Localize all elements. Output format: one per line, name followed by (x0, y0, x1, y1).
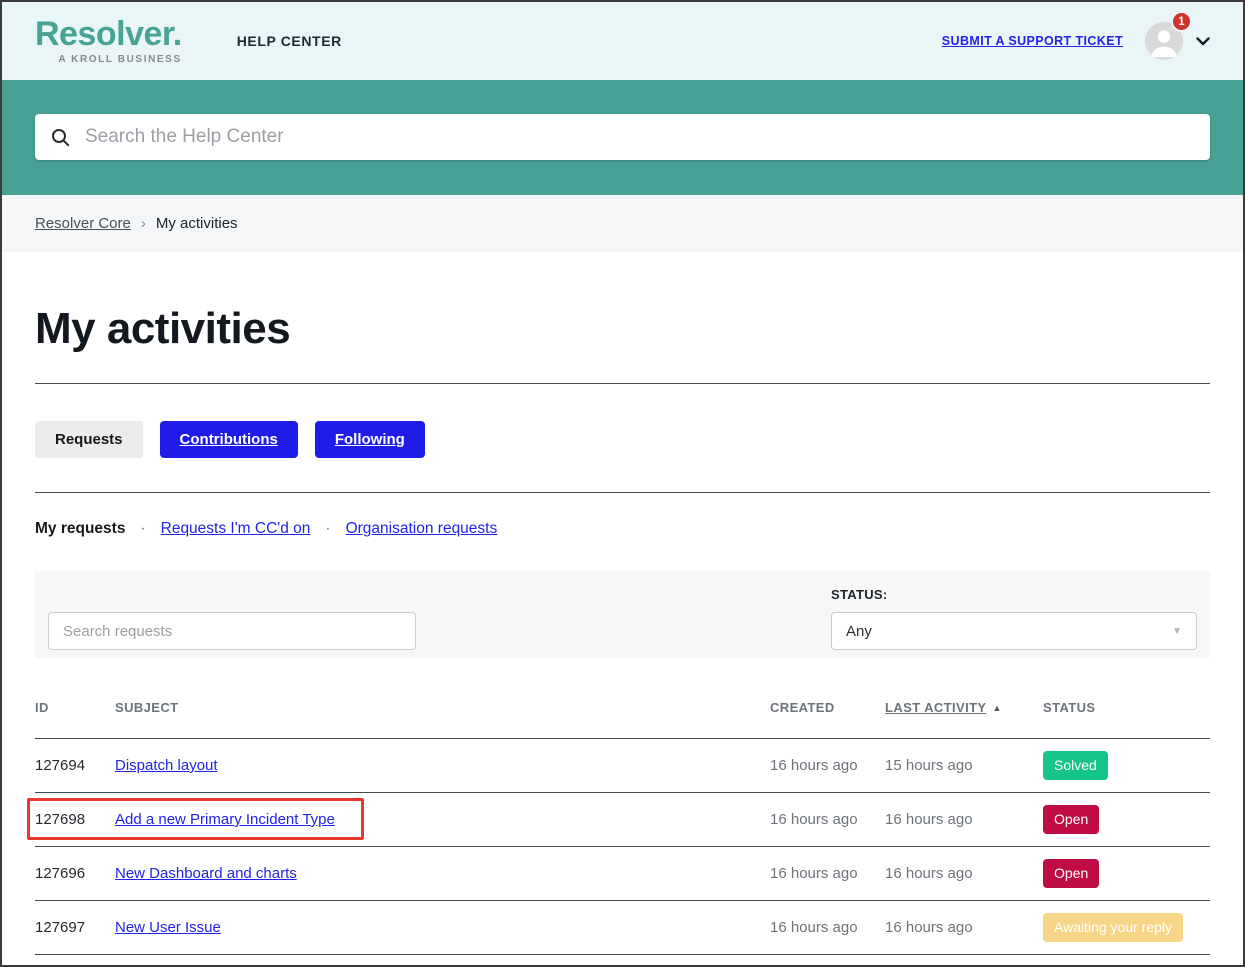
tab-requests[interactable]: Requests (35, 421, 143, 458)
top-bar: Resolver. A KROLL BUSINESS HELP CENTER S… (2, 2, 1243, 80)
breadcrumb-root-link[interactable]: Resolver Core (35, 215, 131, 232)
ticket-id: 127694 (35, 757, 115, 774)
breadcrumb: Resolver Core › My activities (2, 195, 1243, 252)
hero-search-band (2, 80, 1243, 195)
status-filter-group: STATUS: Any ▼ (831, 587, 1197, 650)
tabs-divider (35, 492, 1210, 493)
table-header-row: ID SUBJECT CREATED LAST ACTIVITY ▲ STATU… (35, 700, 1210, 739)
subnav-my-requests[interactable]: My requests (35, 520, 125, 538)
column-header-id: ID (35, 700, 115, 715)
subnav-organisation-requests-link[interactable]: Organisation requests (346, 520, 498, 538)
ticket-last-activity: 16 hours ago (885, 919, 1043, 936)
ticket-created: 16 hours ago (770, 919, 885, 936)
notification-badge[interactable]: 1 (1171, 11, 1192, 32)
table-row: 127696 New Dashboard and charts 16 hours… (35, 847, 1210, 901)
column-header-status: STATUS (1043, 700, 1210, 715)
table-row: 127698 Add a new Primary Incident Type 1… (35, 793, 1210, 847)
help-search-input[interactable] (83, 125, 1194, 149)
ticket-last-activity: 15 hours ago (885, 757, 1043, 774)
ticket-id: 127698 (35, 811, 115, 828)
logo-brand-text: Resolver. (35, 17, 182, 51)
ticket-subject-link[interactable]: Dispatch layout (115, 757, 218, 774)
requests-subnav: My requests · Requests I'm CC'd on · Org… (35, 520, 1210, 538)
status-badge: Open (1043, 859, 1099, 887)
tab-following[interactable]: Following (315, 421, 425, 458)
ticket-subject-link[interactable]: New User Issue (115, 919, 221, 936)
subnav-separator: · (325, 520, 330, 538)
status-filter-value: Any (846, 623, 872, 640)
sort-ascending-icon: ▲ (993, 703, 1002, 713)
help-search-box[interactable] (35, 114, 1210, 160)
status-filter-select[interactable]: Any ▼ (831, 612, 1197, 650)
ticket-created: 16 hours ago (770, 865, 885, 882)
search-icon (51, 128, 70, 147)
page-title: My activities (35, 304, 1210, 354)
dropdown-caret-icon: ▼ (1172, 626, 1182, 637)
ticket-created: 16 hours ago (770, 757, 885, 774)
chevron-down-icon[interactable] (1196, 37, 1210, 46)
column-header-subject: SUBJECT (115, 700, 770, 715)
submit-support-ticket-link[interactable]: SUBMIT A SUPPORT TICKET (942, 34, 1123, 48)
help-center-page: Resolver. A KROLL BUSINESS HELP CENTER S… (0, 0, 1245, 967)
resolver-logo[interactable]: Resolver. A KROLL BUSINESS (35, 17, 182, 65)
title-divider (35, 383, 1210, 384)
subnav-ccd-on-link[interactable]: Requests I'm CC'd on (161, 520, 311, 538)
status-filter-label: STATUS: (831, 587, 1197, 602)
ticket-id: 127697 (35, 919, 115, 936)
tab-contributions[interactable]: Contributions (160, 421, 298, 458)
status-badge: Awaiting your reply (1043, 913, 1183, 941)
column-header-last-activity[interactable]: LAST ACTIVITY ▲ (885, 700, 1043, 715)
breadcrumb-current: My activities (156, 215, 238, 232)
help-center-label: HELP CENTER (237, 33, 342, 49)
table-row: 127694 Dispatch layout 16 hours ago 15 h… (35, 739, 1210, 793)
ticket-subject-link[interactable]: Add a new Primary Incident Type (115, 811, 335, 828)
ticket-last-activity: 16 hours ago (885, 865, 1043, 882)
subnav-separator: · (140, 520, 145, 538)
breadcrumb-separator: › (141, 215, 146, 232)
status-badge: Solved (1043, 751, 1108, 779)
logo-subtitle-text: A KROLL BUSINESS (58, 54, 181, 65)
ticket-subject-link[interactable]: New Dashboard and charts (115, 865, 297, 882)
column-header-created: CREATED (770, 700, 885, 715)
search-requests-input[interactable] (48, 612, 416, 650)
activity-tabs: Requests Contributions Following (35, 421, 1210, 458)
filter-panel: STATUS: Any ▼ (35, 571, 1210, 658)
ticket-id: 127696 (35, 865, 115, 882)
ticket-last-activity: 16 hours ago (885, 811, 1043, 828)
table-row: 127697 New User Issue 16 hours ago 16 ho… (35, 901, 1210, 955)
user-menu[interactable]: 1 (1145, 22, 1210, 60)
status-badge: Open (1043, 805, 1099, 833)
ticket-created: 16 hours ago (770, 811, 885, 828)
main-content: My activities Requests Contributions Fol… (2, 304, 1243, 955)
